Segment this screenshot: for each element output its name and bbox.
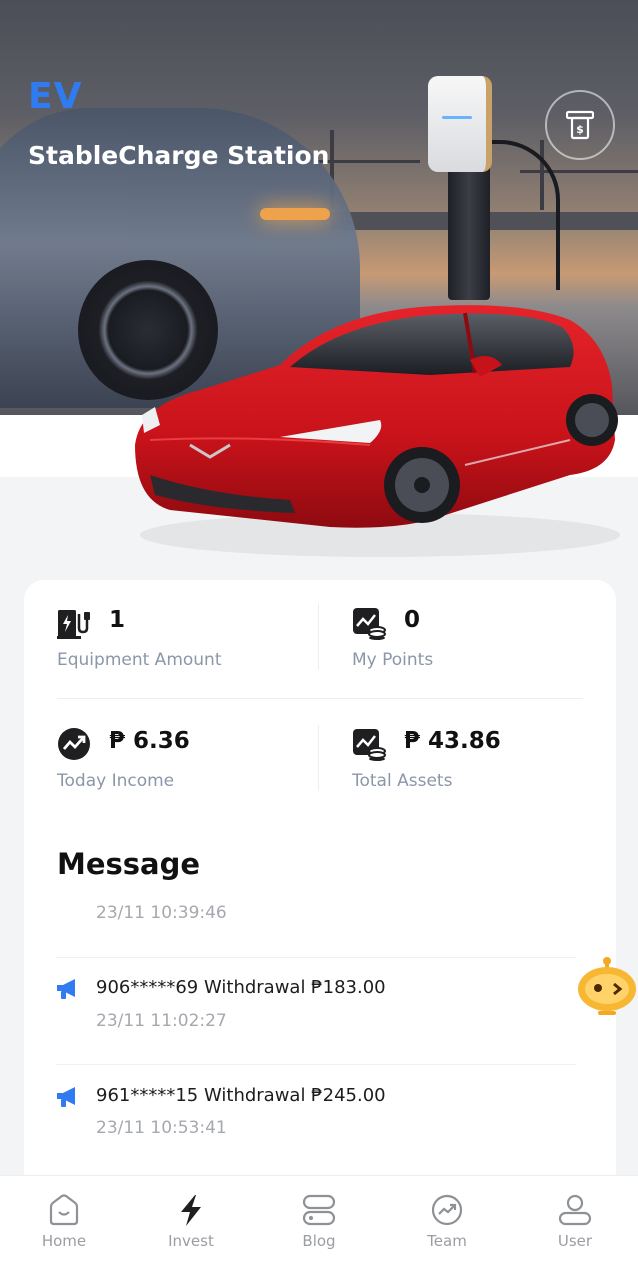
user-icon: [558, 1194, 592, 1226]
nav-team[interactable]: Team: [397, 1194, 497, 1264]
red-car-image: [135, 305, 620, 557]
home-icon: [49, 1194, 79, 1226]
chart-coins-icon: [353, 608, 386, 640]
megaphone-icon: [57, 1087, 75, 1107]
trend-up-icon: [58, 728, 90, 760]
charger-unit: [428, 76, 492, 172]
blog-icon: [302, 1194, 336, 1226]
atm-icon: $: [566, 110, 594, 140]
app-logo: EV: [28, 76, 83, 117]
page-title: StableCharge Station: [28, 141, 330, 170]
charging-station-icon: [57, 610, 90, 639]
message-time: 23/11 10:39:46: [96, 903, 227, 923]
team-icon: [431, 1194, 463, 1226]
my-points-label: My Points: [352, 650, 434, 670]
my-points-value: 0: [404, 607, 421, 633]
message-time: 23/11 11:02:27: [96, 1011, 227, 1031]
today-income-label: Today Income: [57, 771, 175, 791]
bottom-navigation: Home Invest Blog Team User: [0, 1175, 638, 1280]
nav-blog-label: Blog: [302, 1232, 336, 1250]
nav-blog[interactable]: Blog: [269, 1194, 369, 1264]
equipment-amount-value: 1: [109, 607, 126, 633]
nav-team-label: Team: [427, 1232, 467, 1250]
stat-my-points: 0 My Points: [352, 606, 612, 696]
message-text: 961*****15 Withdrawal ₱245.00: [96, 1085, 386, 1106]
message-text: 906*****69 Withdrawal ₱183.00: [96, 977, 386, 998]
total-assets-value: ₱ 43.86: [404, 728, 501, 754]
message-time: 23/11 10:53:41: [96, 1118, 227, 1138]
stat-today-income: ₱ 6.36 Today Income: [57, 727, 317, 817]
nav-invest[interactable]: Invest: [141, 1194, 241, 1264]
nav-invest-label: Invest: [168, 1232, 214, 1250]
nav-home[interactable]: Home: [14, 1194, 114, 1264]
megaphone-icon: [57, 979, 75, 999]
today-income-value: ₱ 6.36: [109, 728, 190, 754]
total-assets-label: Total Assets: [352, 771, 453, 791]
charger-pole: [448, 150, 490, 300]
stat-equipment-amount: 1 Equipment Amount: [57, 606, 317, 696]
nav-user-label: User: [557, 1232, 593, 1250]
withdraw-button[interactable]: $: [545, 90, 615, 160]
lightning-icon: [181, 1195, 201, 1226]
nav-home-label: Home: [41, 1232, 87, 1250]
chart-coins-icon: [353, 729, 386, 761]
message-section-title: Message: [57, 847, 201, 881]
nav-user[interactable]: User: [525, 1194, 625, 1264]
svg-text:$: $: [576, 123, 584, 136]
stat-total-assets: ₱ 43.86 Total Assets: [352, 727, 612, 817]
equipment-amount-label: Equipment Amount: [57, 650, 222, 670]
support-robot-icon[interactable]: [576, 955, 638, 1017]
charger-cable: [480, 140, 560, 290]
hero-banner: EV StableCharge Station $: [0, 0, 638, 560]
